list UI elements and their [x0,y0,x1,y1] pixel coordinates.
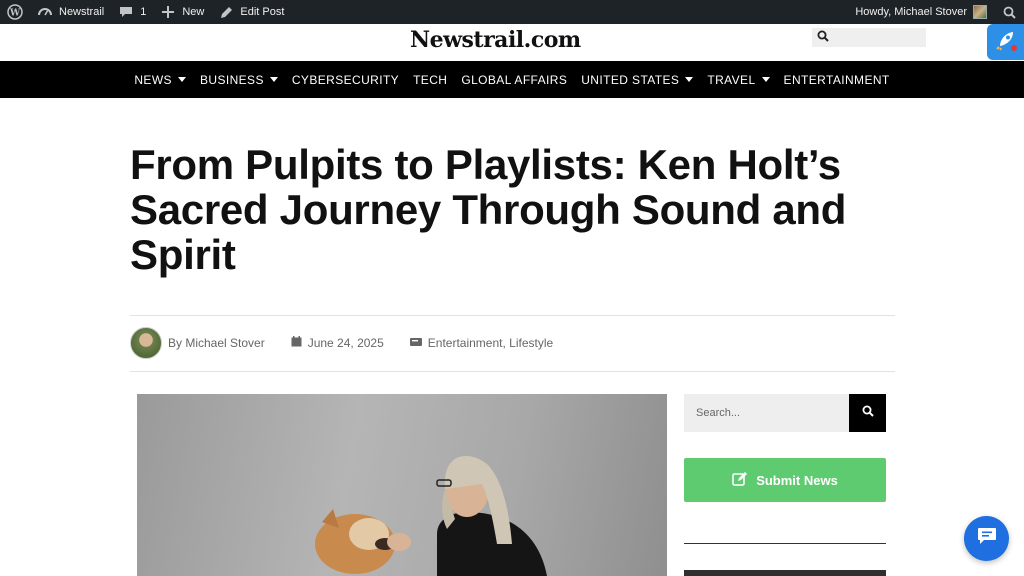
caret-down-icon [761,77,770,82]
submit-news-button[interactable]: Submit News [684,458,886,502]
nav-item-tech[interactable]: TECH [406,73,454,87]
sidebar-post-thumbnail[interactable] [684,570,886,576]
author-name[interactable]: By Michael Stover [168,336,265,350]
admin-search[interactable] [994,0,1024,24]
categories: Entertainment, Lifestyle [409,336,553,350]
nav-label: CYBERSECURITY [291,72,400,87]
publish-date: June 24, 2025 [291,336,384,350]
edit-post-link[interactable]: Edit Post [211,0,291,24]
caret-down-icon [177,77,186,82]
submit-news-label: Submit News [756,472,838,488]
dashboard-gauge-icon [37,4,53,20]
nav-label: UNITED STATES [581,72,680,87]
chat-button[interactable] [964,516,1009,561]
sidebar-divider [684,543,886,544]
divider [130,315,895,316]
main-navigation: NEWS BUSINESS CYBERSECURITY TECH GLOBAL … [0,61,1024,98]
nav-item-global-affairs[interactable]: GLOBAL AFFAIRS [454,73,574,87]
user-avatar [973,5,987,19]
search-icon [862,404,874,422]
caret-down-icon [685,77,694,82]
account-menu[interactable]: Howdy, Michael Stover [848,0,994,24]
nav-item-travel[interactable]: TRAVEL [700,73,776,87]
nav-label: GLOBAL AFFAIRS [461,72,568,87]
site-header: Newstrail.com [0,24,1024,61]
howdy-greeting: Howdy, Michael Stover [855,6,967,18]
site-logo[interactable]: Newstrail.com [410,27,581,53]
search-icon [1001,4,1017,20]
nav-item-news[interactable]: NEWS [127,73,193,87]
featured-image [137,394,667,576]
nav-item-business[interactable]: BUSINESS [193,73,285,87]
article-meta: By Michael Stover June 24, 2025 Entertai… [130,326,579,360]
site-name: Newstrail [59,6,105,18]
search-icon [817,29,829,47]
chat-bubble-icon [976,525,998,552]
svg-text:W: W [9,9,21,19]
edit-square-icon [732,471,748,490]
sidebar-search-input[interactable] [684,394,849,432]
wordpress-logo-icon: W [7,4,23,20]
comment-bubble-icon [118,4,134,20]
admin-bar: W Newstrail 1 New Edit Post Howdy, Micha… [0,0,1024,24]
nav-label: ENTERTAINMENT [783,72,890,87]
wordpress-menu[interactable]: W [0,0,30,24]
new-label: New [182,6,205,18]
plus-icon [160,4,176,20]
nav-item-united-states[interactable]: UNITED STATES [574,73,700,87]
featured-image-illustration [315,456,547,576]
author-byline[interactable]: By Michael Stover [168,336,265,350]
category-link-lifestyle[interactable]: Lifestyle [509,336,553,350]
header-search-field[interactable] [812,28,926,47]
article-title: From Pulpits to Playlists: Ken Holt’s Sa… [130,141,847,278]
author-avatar[interactable] [130,327,162,359]
category-link-entertainment[interactable]: Entertainment [428,336,503,350]
site-name-menu[interactable]: Newstrail [30,0,111,24]
comments-count: 1 [140,6,147,18]
nav-label: NEWS [134,72,172,87]
sidebar-search-button[interactable] [849,394,886,432]
new-content-menu[interactable]: New [153,0,211,24]
caret-down-icon [269,77,278,82]
rocket-icon [994,28,1018,57]
rocket-launch-button[interactable] [987,24,1024,60]
date-text: June 24, 2025 [307,336,384,350]
divider [130,371,895,372]
comments-menu[interactable]: 1 [111,0,153,24]
nav-label: TRAVEL [707,72,756,87]
nav-item-entertainment[interactable]: ENTERTAINMENT [777,73,897,87]
calendar-icon [291,336,302,350]
sidebar-search [684,394,886,432]
nav-label: TECH [413,72,448,87]
category-tag-icon [409,336,422,350]
pencil-icon [218,4,234,20]
nav-label: BUSINESS [199,72,264,87]
nav-item-cybersecurity[interactable]: CYBERSECURITY [285,73,406,87]
edit-post-label: Edit Post [240,6,285,18]
